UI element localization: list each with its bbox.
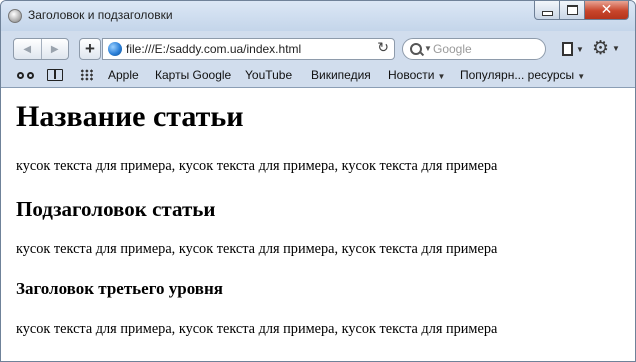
top-sites-grid-icon[interactable] — [80, 69, 94, 81]
page-menu-button[interactable]: ▼ — [562, 39, 590, 59]
forward-arrow-icon: ▶ — [50, 43, 59, 55]
paragraph: кусок текста для примера, кусок текста д… — [16, 241, 498, 257]
bookmarks-bar: Apple Карты Google YouTube Википедия Нов… — [1, 65, 635, 88]
third-level-heading: Заголовок третьего уровня — [16, 279, 223, 298]
minimize-button[interactable] — [534, 1, 560, 20]
forward-button[interactable]: ▶ — [40, 39, 69, 59]
close-icon: ✕ — [600, 2, 613, 18]
chevron-down-icon: ▼ — [577, 72, 586, 81]
url-input[interactable] — [126, 40, 366, 58]
close-button[interactable]: ✕ — [585, 1, 629, 20]
maximize-button[interactable] — [560, 1, 585, 20]
back-button[interactable]: ◀ — [14, 39, 41, 59]
plus-icon: + — [85, 39, 95, 58]
bookmark-youtube[interactable]: YouTube — [245, 68, 292, 82]
bookmark-popular-folder[interactable]: Популярн... ресурсы ▼ — [460, 68, 585, 82]
search-input[interactable] — [433, 41, 538, 57]
bookmark-news-folder[interactable]: Новости ▼ — [388, 68, 445, 82]
add-bookmark-button[interactable]: + — [79, 38, 101, 60]
search-icon — [410, 43, 422, 55]
bookmark-apple[interactable]: Apple — [108, 68, 139, 82]
page-content: Название статьи кусок текста для примера… — [1, 88, 635, 361]
paragraph: кусок текста для примера, кусок текста д… — [16, 158, 498, 174]
globe-icon — [108, 42, 122, 56]
settings-menu-button[interactable]: ⚙ ▼ — [592, 37, 624, 59]
chevron-down-icon: ▼ — [424, 44, 432, 53]
title-bar: Заголовок и подзаголовки ✕ — [1, 1, 635, 31]
browser-window: Заголовок и подзаголовки ✕ ◀ ▶ + ↻ ▼ ▼ ⚙ — [0, 0, 636, 362]
article-subtitle: Подзаголовок статьи — [16, 197, 216, 221]
back-forward-group: ◀ ▶ — [13, 38, 69, 60]
chevron-down-icon: ▼ — [437, 72, 446, 81]
bookmark-wikipedia[interactable]: Википедия — [311, 68, 371, 82]
safari-compass-icon — [8, 9, 22, 23]
chevron-down-icon: ▼ — [576, 44, 584, 54]
navigation-toolbar: ◀ ▶ + ↻ ▼ ▼ ⚙ ▼ — [1, 31, 635, 65]
back-arrow-icon: ◀ — [23, 43, 32, 55]
maximize-icon — [566, 5, 578, 15]
reading-list-icon[interactable] — [16, 69, 38, 81]
window-title: Заголовок и подзаголовки — [28, 8, 173, 22]
document-icon — [562, 42, 573, 56]
article-title: Название статьи — [16, 100, 244, 133]
chevron-down-icon: ▼ — [612, 43, 620, 53]
gear-icon: ⚙ — [592, 37, 610, 59]
search-box[interactable]: ▼ — [402, 38, 546, 60]
reload-icon[interactable]: ↻ — [377, 40, 389, 56]
bookmark-popular-label: Популярн... ресурсы — [460, 68, 575, 82]
bookmarks-book-icon[interactable] — [47, 69, 63, 81]
bookmark-google-maps[interactable]: Карты Google — [155, 68, 231, 82]
window-controls: ✕ — [534, 1, 629, 21]
paragraph: кусок текста для примера, кусок текста д… — [16, 321, 498, 337]
bookmark-news-label: Новости — [388, 68, 435, 82]
address-bar[interactable]: ↻ — [102, 38, 395, 60]
minimize-icon — [541, 11, 553, 16]
